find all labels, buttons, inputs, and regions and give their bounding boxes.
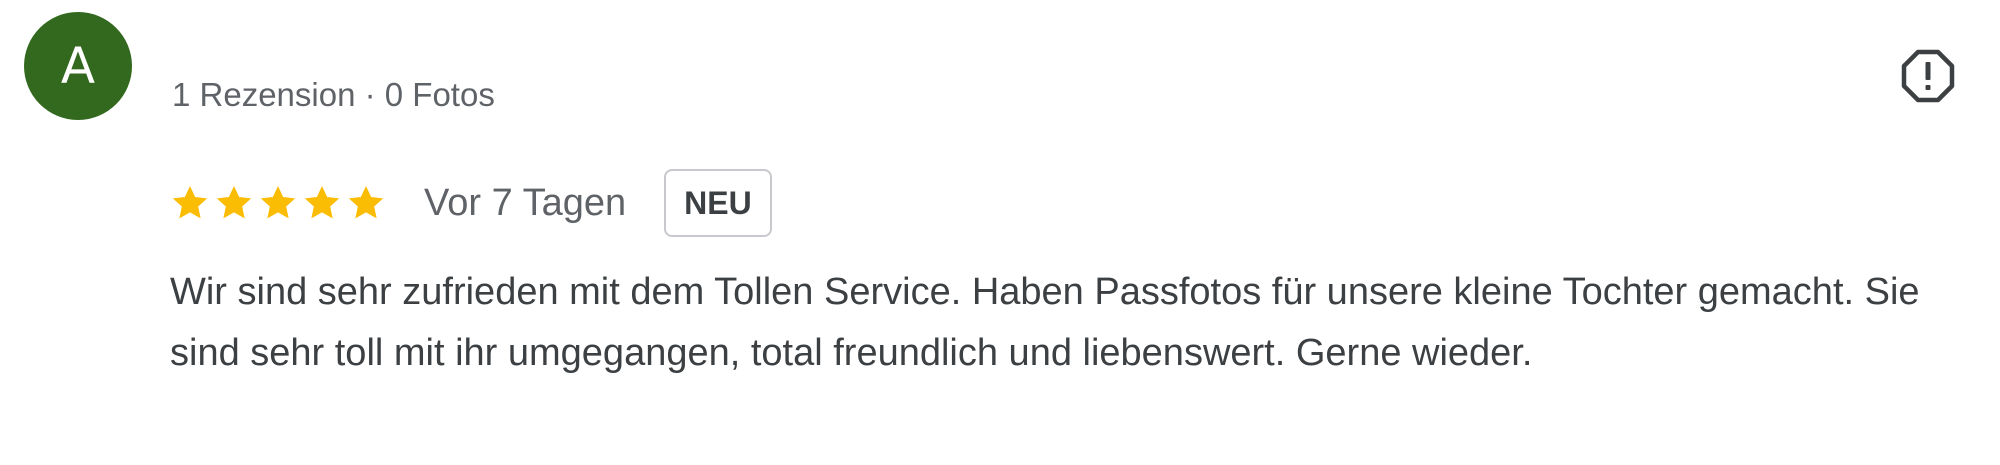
new-badge: NEU xyxy=(664,169,772,237)
star-icon xyxy=(260,186,296,219)
avatar-initial: A xyxy=(60,37,96,95)
report-button[interactable] xyxy=(1896,44,1960,108)
avatar[interactable]: A xyxy=(24,12,132,120)
review-card: A 1 Rezension · 0 Fotos Vor 7 Tagen NEU … xyxy=(0,0,2000,465)
star-rating xyxy=(170,183,386,223)
star-icon xyxy=(304,186,340,219)
star-icon xyxy=(216,186,252,219)
report-icon xyxy=(1901,49,1955,103)
rating-row: Vor 7 Tagen NEU xyxy=(170,168,772,238)
star-icon xyxy=(172,186,208,219)
reviewer-meta[interactable]: 1 Rezension · 0 Fotos xyxy=(172,76,495,114)
star-icon xyxy=(348,186,384,219)
review-date: Vor 7 Tagen xyxy=(424,181,627,224)
review-text: Wir sind sehr zufrieden mit dem Tollen S… xyxy=(170,271,1920,374)
